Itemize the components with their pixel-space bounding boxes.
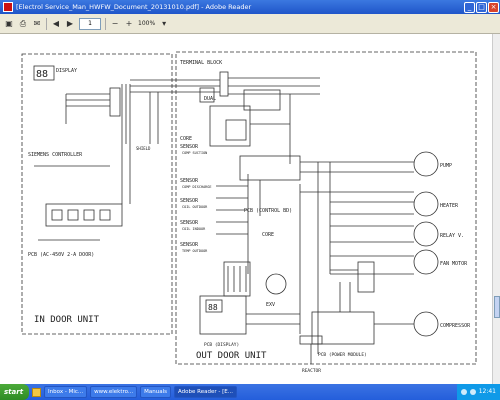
- maximize-button[interactable]: □: [476, 1, 487, 13]
- indoor-unit-label: IN DOOR UNIT: [34, 315, 100, 325]
- heater-label: HEATER: [440, 203, 459, 209]
- next-page-icon[interactable]: ▶: [64, 18, 76, 30]
- window-titlebar: [Electrol Service_Man_HWFW_Document_2013…: [0, 0, 500, 14]
- toolbar-separator: [105, 17, 106, 30]
- start-button[interactable]: start: [0, 384, 30, 400]
- clock: 12:41: [478, 388, 496, 395]
- toolbar-separator: [46, 17, 47, 30]
- fan-motor-label: FAN MOTOR: [440, 261, 468, 267]
- dual-label: DUAL: [204, 96, 216, 102]
- tray-network-icon[interactable]: [460, 389, 467, 395]
- vertical-scrollbar[interactable]: [492, 34, 500, 384]
- core-label-2: CORE: [262, 232, 274, 238]
- display-pcb-box: [199, 295, 247, 335]
- task-manuals[interactable]: Manuals: [140, 386, 172, 398]
- relay-valve: [413, 221, 439, 247]
- power-module-label: PCB (POWER MODULE): [318, 352, 367, 358]
- sensor-5-sub: TEMP OUTDOOR: [182, 249, 208, 253]
- windows-taskbar: start Inbox - Mic... www.elektro... Manu…: [0, 384, 500, 400]
- sensor-3-sub: COIL OUTDOOR: [182, 205, 208, 209]
- sensor-5-label: SENSOR: [180, 242, 199, 248]
- task-browser[interactable]: www.elektro...: [90, 386, 138, 398]
- sensor-1-sub: COMP SUCTION: [182, 151, 207, 155]
- display-label: DISPLAY: [56, 68, 77, 74]
- outdoor-unit-box: [175, 51, 477, 365]
- window-title: [Electrol Service_Man_HWFW_Document_2013…: [16, 3, 252, 11]
- siemens-label: SIEMENS CONTROLLER: [28, 152, 83, 158]
- sensor-2-sub: COMP DISCHARGE: [182, 185, 212, 189]
- pcb-display-label: PCB (DISPLAY): [204, 342, 239, 348]
- task-inbox[interactable]: Inbox - Mic...: [44, 386, 88, 398]
- task-adobe-reader[interactable]: Adobe Reader - [E...: [174, 386, 237, 398]
- power-module-box: [311, 311, 375, 345]
- reactor-label: REACTOR: [302, 368, 321, 374]
- pcb-ac-label: PCB (AC-450V 2-A DOOR): [28, 252, 94, 258]
- prev-page-icon[interactable]: ◀: [50, 18, 62, 30]
- sensor-4-sub: COIL INDOOR: [182, 227, 206, 231]
- tray-volume-icon[interactable]: [469, 389, 476, 395]
- sensor-2-label: SENSOR: [180, 178, 199, 184]
- indoor-unit-box: [21, 53, 173, 335]
- wiring-schematic: 88 DISPLAY SIEMENS CONTROLLER PCB (AC-45…: [21, 51, 477, 374]
- terminal-block-label: TERMINAL BLOCK: [180, 60, 222, 66]
- page-number-input[interactable]: 1: [79, 17, 101, 30]
- relay-label: RELAY V.: [440, 233, 464, 239]
- reader-toolbar: ▣ ⎙ ✉ ◀ ▶ 1 − + 100% ▾: [0, 14, 500, 34]
- fan-motor: [413, 249, 439, 275]
- pump-label: PUMP: [440, 163, 452, 169]
- adobe-reader-icon: [3, 2, 13, 12]
- exv-valve: [265, 273, 287, 295]
- core-label: CORE: [180, 136, 192, 142]
- email-icon[interactable]: ✉: [31, 18, 43, 30]
- sensor-4-label: SENSOR: [180, 220, 199, 226]
- zoom-in-icon[interactable]: +: [123, 18, 135, 30]
- compressor-motor: [413, 311, 439, 337]
- pcb-display-digits: 88: [208, 303, 218, 312]
- compressor-label: COMPRESSOR: [440, 323, 471, 329]
- close-button[interactable]: ×: [488, 1, 499, 13]
- terminal-block: [219, 71, 229, 97]
- shield-label: SHIELD: [136, 146, 151, 151]
- document-page: 88 DISPLAY SIEMENS CONTROLLER PCB (AC-45…: [0, 34, 492, 384]
- sensor-1-label: SENSOR: [180, 144, 199, 150]
- pcb-control-label: PCB (CONTROL BD): [244, 208, 292, 214]
- print-icon[interactable]: ⎙: [17, 18, 29, 30]
- system-tray: 12:41: [456, 384, 500, 400]
- outdoor-unit-label: OUT DOOR UNIT: [196, 351, 267, 361]
- display-digits: 88: [36, 69, 48, 80]
- sensor-3-label: SENSOR: [180, 198, 199, 204]
- heater-element: [413, 191, 439, 217]
- pump-motor: [413, 151, 439, 177]
- quicklaunch-icon[interactable]: [32, 387, 42, 397]
- zoom-level[interactable]: 100%: [138, 20, 155, 27]
- open-icon[interactable]: ▣: [3, 18, 15, 30]
- minimize-button[interactable]: _: [464, 1, 475, 13]
- exv-label: EXV: [266, 302, 275, 308]
- scroll-thumb[interactable]: [494, 296, 500, 318]
- zoom-dropdown-icon[interactable]: ▾: [158, 18, 170, 30]
- zoom-out-icon[interactable]: −: [109, 18, 121, 30]
